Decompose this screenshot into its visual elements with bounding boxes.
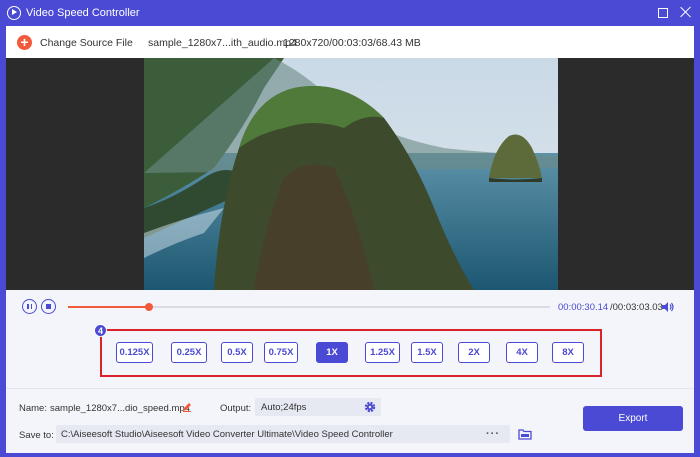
step-badge: 4 xyxy=(94,324,107,337)
video-frame xyxy=(144,58,558,290)
source-file-info: 1280x720/00:03:03/68.43 MB xyxy=(283,37,421,49)
source-file-name: sample_1280x7...ith_audio.mp4 xyxy=(148,37,297,49)
window-frame-right xyxy=(694,26,700,457)
progress-fill xyxy=(68,306,149,308)
video-preview xyxy=(6,58,694,290)
title-bar: Video Speed Controller xyxy=(0,0,700,26)
edit-pencil-icon[interactable] xyxy=(182,402,192,412)
progress-track[interactable] xyxy=(68,303,550,311)
speed-option-button[interactable]: 4X xyxy=(506,342,538,363)
stop-icon[interactable] xyxy=(41,299,56,314)
speed-options-panel: 4 0.125X 0.25X 0.5X 0.75X 1X 1.25X 1.5X 2X 4X 8X xyxy=(6,324,694,388)
change-source-button[interactable]: Change Source File xyxy=(40,37,133,49)
save-to-label: Save to: xyxy=(19,430,54,441)
window-frame-bottom xyxy=(0,453,700,457)
playback-controls: 00:00:30.14 /00:03:03.03 xyxy=(6,290,694,324)
speed-option-button[interactable]: 1.25X xyxy=(365,342,400,363)
export-button[interactable]: Export xyxy=(583,406,683,431)
total-time: /00:03:03.03 xyxy=(610,302,663,313)
browse-more-button[interactable]: ··· xyxy=(486,428,500,440)
pause-icon[interactable] xyxy=(22,299,37,314)
maximize-icon[interactable] xyxy=(658,8,668,18)
speed-option-button[interactable]: 0.75X xyxy=(264,342,298,363)
close-icon[interactable] xyxy=(679,5,693,19)
speed-option-button[interactable]: 0.5X xyxy=(221,342,253,363)
name-label: Name: xyxy=(19,403,47,414)
video-frame-image xyxy=(144,58,558,290)
window-title: Video Speed Controller xyxy=(26,7,140,19)
app-logo-icon xyxy=(7,6,21,20)
folder-icon[interactable] xyxy=(518,427,532,441)
volume-icon[interactable] xyxy=(661,300,675,314)
progress-handle[interactable] xyxy=(144,303,153,311)
speed-option-button[interactable]: 0.25X xyxy=(171,342,207,363)
source-bar: + Change Source File sample_1280x7...ith… xyxy=(6,26,694,58)
speed-option-button[interactable]: 1.5X xyxy=(411,342,443,363)
add-icon[interactable]: + xyxy=(17,35,32,50)
output-settings: Name: sample_1280x7...dio_speed.mp4 Outp… xyxy=(6,388,694,453)
speed-option-button[interactable]: 2X xyxy=(458,342,490,363)
save-path-field[interactable]: C:\Aiseesoft Studio\Aiseesoft Video Conv… xyxy=(56,425,510,443)
speed-option-button[interactable]: 0.125X xyxy=(116,342,153,363)
save-path-value: C:\Aiseesoft Studio\Aiseesoft Video Conv… xyxy=(61,429,393,440)
speed-option-button[interactable]: 8X xyxy=(552,342,584,363)
output-label: Output: xyxy=(220,403,252,414)
current-time: 00:00:30.14 xyxy=(558,302,609,313)
output-format-value: Auto;24fps xyxy=(261,402,307,413)
output-file-name: sample_1280x7...dio_speed.mp4 xyxy=(50,403,190,414)
output-format-field[interactable]: Auto;24fps xyxy=(255,398,381,416)
gear-icon[interactable] xyxy=(363,400,377,414)
speed-option-button[interactable]: 1X xyxy=(316,342,348,363)
